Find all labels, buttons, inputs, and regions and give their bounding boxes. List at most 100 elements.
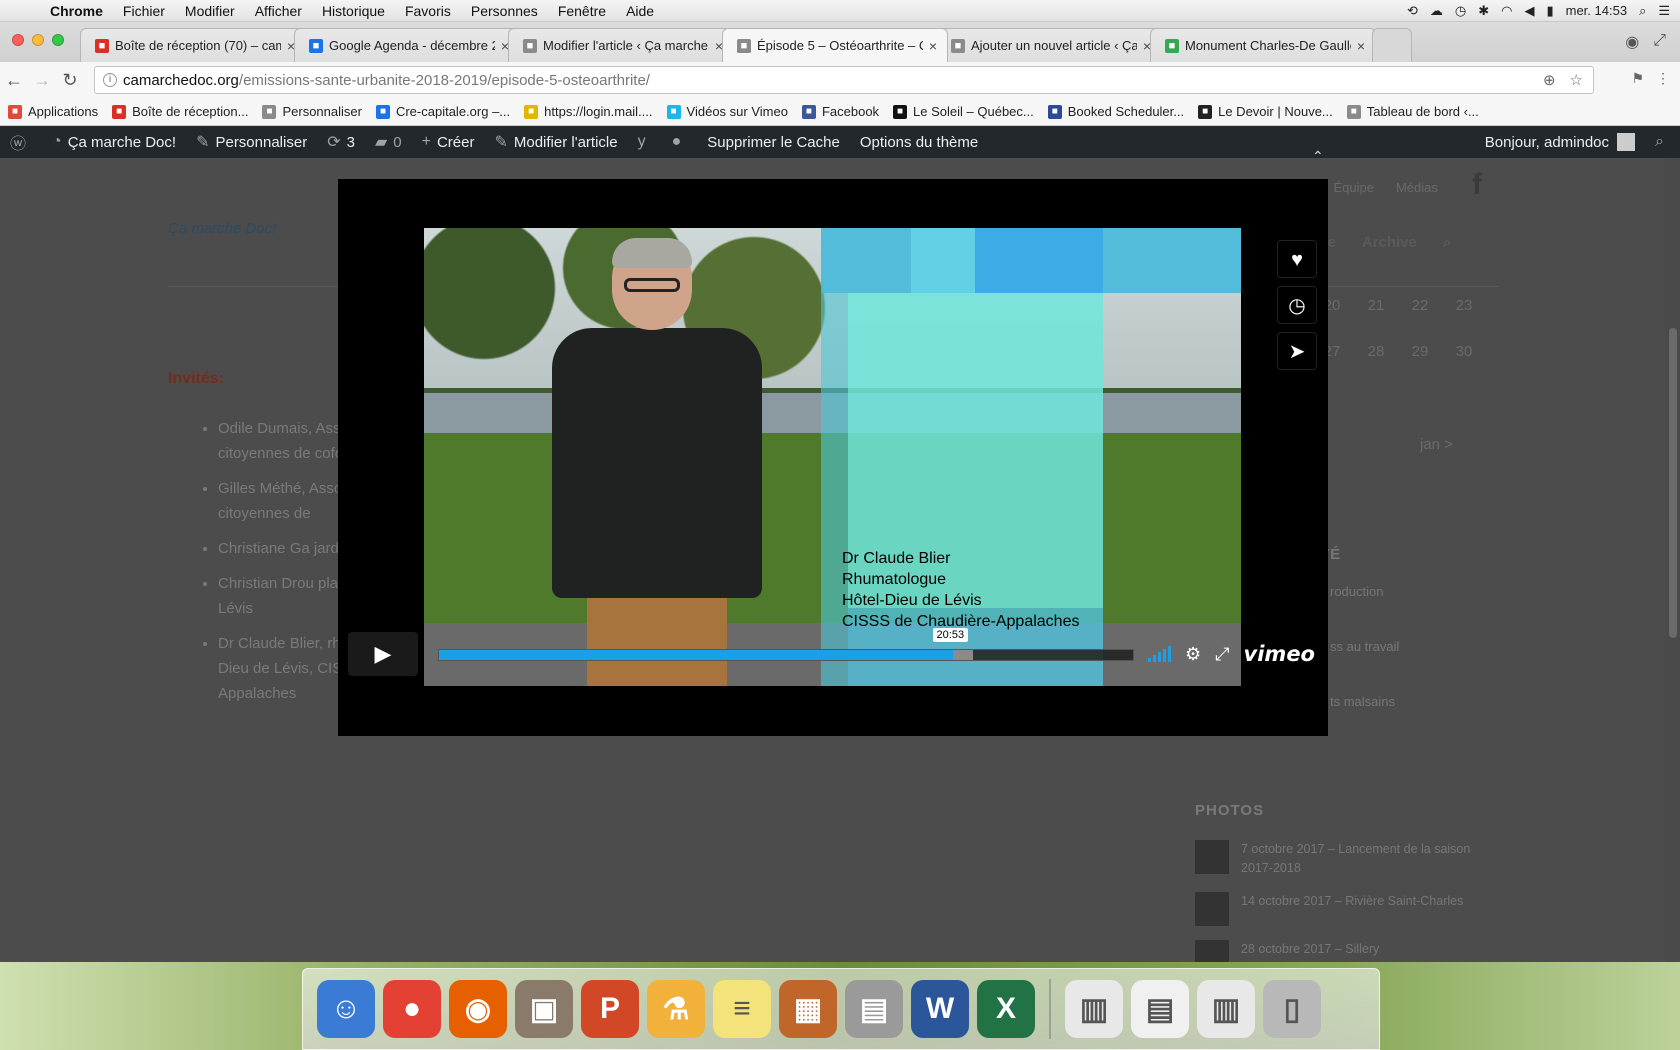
browser-tab[interactable]: ■ Épisode 5 – Ostéoarthrite – Ç… ×: [722, 28, 948, 62]
wp-theme-options-link[interactable]: Options du thème: [850, 134, 988, 151]
notification-center-icon[interactable]: ☰: [1658, 3, 1670, 19]
wp-search-icon[interactable]: ⌕: [1645, 133, 1680, 151]
zoom-icon[interactable]: ⊕: [1543, 71, 1556, 89]
sidebar-link[interactable]: ss au travail: [1330, 639, 1399, 694]
time-machine-icon[interactable]: ◷: [1455, 3, 1466, 19]
like-heart-icon[interactable]: ♥: [1277, 240, 1317, 278]
menu-aide[interactable]: Aide: [616, 3, 664, 19]
calendar-day[interactable]: 23: [1442, 297, 1486, 314]
browser-tab[interactable]: ■ Modifier l'article ‹ Ça marche… ×: [508, 28, 734, 62]
firefox-icon[interactable]: ◉: [449, 980, 507, 1038]
bookmark-item[interactable]: ■ Boîte de réception...: [112, 104, 248, 119]
powerpoint-icon[interactable]: P: [581, 980, 639, 1038]
calendar-day[interactable]: 29: [1398, 343, 1442, 360]
bookmark-star-icon[interactable]: ☆: [1570, 71, 1583, 89]
calendar-day[interactable]: 30: [1442, 343, 1486, 360]
volume-icon[interactable]: ◀: [1524, 3, 1534, 19]
finder-icon[interactable]: ☺: [317, 980, 375, 1038]
browser-tab[interactable]: ■ Google Agenda - décembre 2… ×: [294, 28, 520, 62]
bookmark-item[interactable]: ■ Le Devoir | Nouve...: [1198, 104, 1333, 119]
browser-tab[interactable]: ■ Monument Charles-De Gaulle… ×: [1150, 28, 1376, 62]
calendar-day[interactable]: 22: [1398, 297, 1442, 314]
chrome-menu-icon[interactable]: ⋮: [1656, 70, 1670, 87]
menu-app-name[interactable]: Chrome: [40, 3, 113, 19]
bookmark-item[interactable]: ■ Cre-capitale.org –...: [375, 104, 510, 119]
sidebar-link[interactable]: roduction: [1330, 584, 1399, 639]
top-nav-item[interactable]: Équipe: [1333, 180, 1373, 195]
menu-fenetre[interactable]: Fenêtre: [548, 3, 616, 19]
word-icon[interactable]: W: [911, 980, 969, 1038]
spreadsheet-doc-icon[interactable]: ▥: [1065, 980, 1123, 1038]
tab-close-icon[interactable]: ×: [929, 38, 937, 54]
wp-edit-post-link[interactable]: ✎ Modifier l'article: [484, 132, 627, 152]
page-scrollbar[interactable]: [1666, 158, 1680, 984]
calendar-next-month[interactable]: jan >: [1420, 436, 1453, 453]
back-button[interactable]: ←: [0, 70, 28, 91]
wifi-icon[interactable]: ◠: [1501, 3, 1512, 19]
extension-icon[interactable]: ⚑: [1631, 70, 1644, 87]
wordpress-logo-icon[interactable]: ⓦ: [0, 130, 42, 154]
spotlight-icon[interactable]: ⌕: [1639, 3, 1646, 19]
bookmark-item[interactable]: ■ Booked Scheduler...: [1047, 104, 1184, 119]
cloud-icon[interactable]: ☁: [1430, 3, 1443, 19]
vimeo-logo[interactable]: vimeo: [1244, 642, 1315, 666]
wp-account-menu[interactable]: Bonjour, admindoc: [1475, 133, 1645, 151]
menu-personnes[interactable]: Personnes: [461, 3, 548, 19]
menu-afficher[interactable]: Afficher: [245, 3, 312, 19]
facebook-icon[interactable]: f: [1472, 168, 1482, 202]
watch-later-clock-icon[interactable]: ◷: [1277, 286, 1317, 324]
new-tab-button[interactable]: [1372, 28, 1412, 62]
flask-icon[interactable]: ⚗: [647, 980, 705, 1038]
photo-icon[interactable]: ▦: [779, 980, 837, 1038]
bookmark-item[interactable]: ■ https://login.mail....: [524, 104, 653, 119]
zoom-window-button[interactable]: [52, 34, 64, 46]
wp-comments-link[interactable]: ▰ 0: [365, 132, 412, 152]
yoast-icon[interactable]: y: [628, 133, 662, 151]
profile-icon[interactable]: ◉: [1625, 32, 1639, 52]
top-nav-item[interactable]: Médias: [1396, 180, 1438, 195]
menu-favoris[interactable]: Favoris: [395, 3, 461, 19]
input-flag-icon[interactable]: ▮: [1546, 3, 1553, 19]
wp-updates-link[interactable]: ⟳ 3: [317, 132, 365, 152]
site-info-icon[interactable]: i: [103, 73, 117, 87]
wp-clear-cache-link[interactable]: Supprimer le Cache: [697, 134, 850, 151]
menu-item-archive[interactable]: Archive: [1362, 234, 1417, 251]
sync-icon[interactable]: ⟲: [1407, 3, 1418, 19]
menu-fichier[interactable]: Fichier: [113, 3, 175, 19]
bookmark-item[interactable]: ■ Le Soleil – Québec...: [893, 104, 1034, 119]
search-icon[interactable]: ⌕: [1443, 234, 1451, 251]
sidebar-link[interactable]: ts malsains: [1330, 694, 1399, 749]
video-frame[interactable]: Dr Claude Blier Rhumatologue Hôtel-Dieu …: [424, 228, 1241, 686]
forward-button[interactable]: →: [28, 70, 56, 91]
bookmark-item[interactable]: ■ Personnaliser: [262, 104, 362, 119]
photo-item[interactable]: 7 octobre 2017 – Lancement de la saison …: [1195, 840, 1495, 878]
calendar-day[interactable]: 28: [1354, 343, 1398, 360]
bookmark-item[interactable]: ■ Tableau de bord ‹...: [1346, 104, 1479, 119]
volume-bars-icon[interactable]: [1148, 646, 1171, 662]
play-button[interactable]: ▶: [348, 632, 418, 676]
tab-close-icon[interactable]: ×: [1357, 38, 1365, 54]
seo-status-dot-icon[interactable]: ●: [662, 133, 698, 151]
spreadsheet-doc-2-icon[interactable]: ▥: [1197, 980, 1255, 1038]
site-logo[interactable]: Ça marche Doc!: [168, 220, 276, 237]
bookmark-item[interactable]: ■ Applications: [8, 104, 98, 119]
wp-new-link[interactable]: + Créer: [412, 133, 485, 151]
chrome-icon[interactable]: ●: [383, 980, 441, 1038]
progress-bar[interactable]: 20:53: [438, 628, 1134, 661]
fullscreen-icon[interactable]: ⤢: [1653, 32, 1666, 52]
address-bar[interactable]: i camarchedoc.org/emissions-sante-urbani…: [94, 66, 1594, 94]
notes-icon[interactable]: ≡: [713, 980, 771, 1038]
minimize-window-button[interactable]: [32, 34, 44, 46]
fullscreen-icon[interactable]: ⤢: [1215, 644, 1229, 665]
wp-customize-link[interactable]: ✎ Personnaliser: [186, 132, 317, 152]
trash-icon[interactable]: ▯: [1263, 980, 1321, 1038]
bookmark-item[interactable]: ■ Vidéos sur Vimeo: [666, 104, 788, 119]
lightbox-close-icon[interactable]: ⌃: [1312, 148, 1324, 165]
bookmark-item[interactable]: ■ Facebook: [801, 104, 879, 119]
calendar-day[interactable]: 21: [1354, 297, 1398, 314]
menu-historique[interactable]: Historique: [312, 3, 395, 19]
share-paper-plane-icon[interactable]: ➤: [1277, 332, 1317, 370]
scrollbar-thumb[interactable]: [1669, 328, 1677, 638]
close-window-button[interactable]: [12, 34, 24, 46]
document-icon[interactable]: ▤: [1131, 980, 1189, 1038]
